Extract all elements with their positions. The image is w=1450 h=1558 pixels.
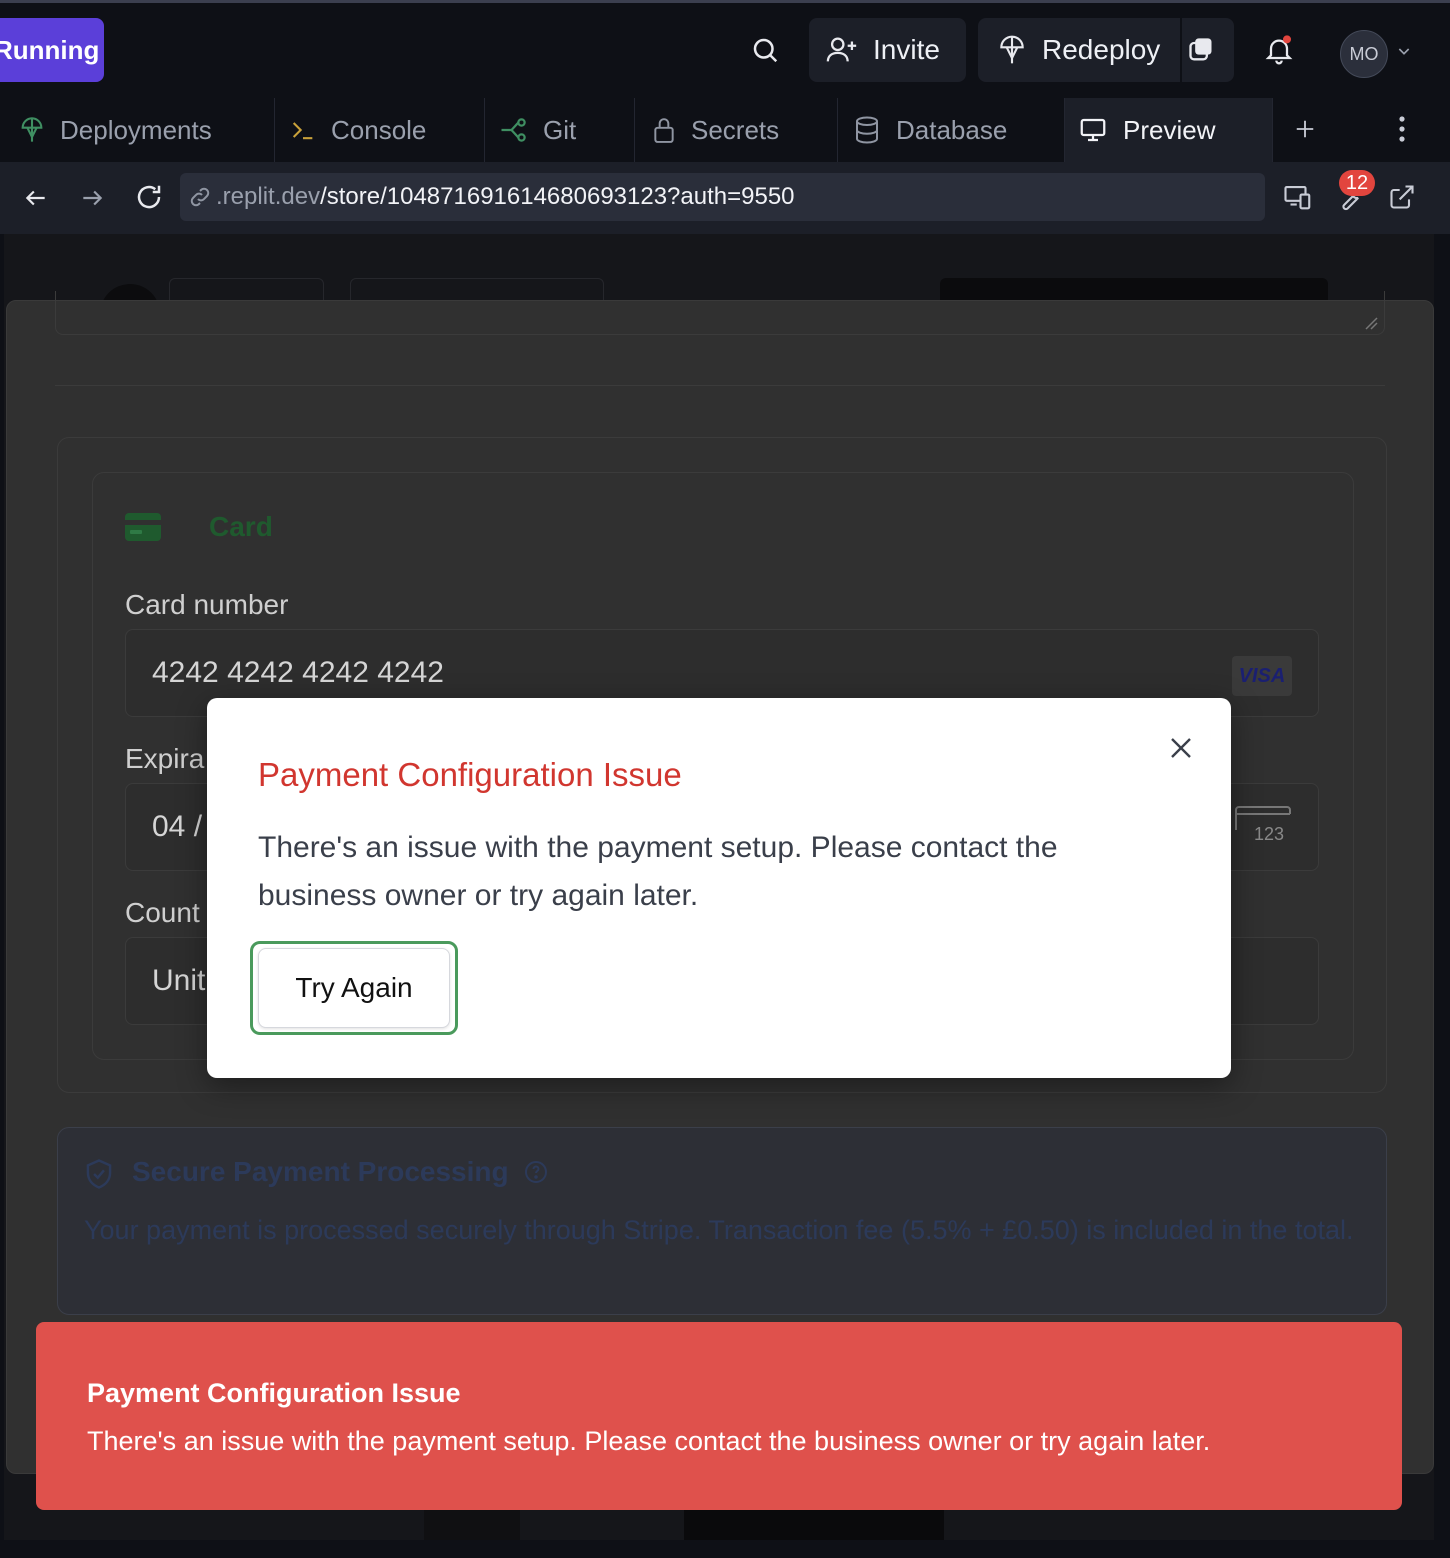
expiration-label: Expira (125, 743, 205, 774)
redeploy-button[interactable]: Redeploy (978, 18, 1180, 82)
back-arrow-icon[interactable] (20, 182, 52, 214)
pane-tabs: Deployments Console Git Secrets Database… (0, 98, 1450, 162)
secure-body: Your payment is processed securely throu… (84, 1215, 1354, 1245)
dialog-message: There's an issue with the payment setup.… (258, 831, 1058, 912)
lock-icon (654, 118, 674, 143)
cvc-hint: 123 (1254, 824, 1285, 844)
url-host: .replit.dev (216, 183, 321, 210)
deploy-icon (1000, 35, 1024, 64)
run-button[interactable]: Running (0, 18, 104, 82)
tab-deployments[interactable]: Deployments (0, 98, 275, 162)
tab-secrets[interactable]: Secrets (635, 98, 838, 162)
notes-textarea[interactable] (55, 291, 1385, 335)
link-icon (190, 187, 210, 207)
more-options-icon[interactable] (1388, 114, 1416, 144)
try-again-button[interactable]: Try Again (258, 948, 450, 1028)
country-value: Unit (152, 964, 206, 997)
divider (55, 385, 1385, 386)
toast-title: Payment Configuration Issue (87, 1378, 461, 1408)
add-user-icon (826, 37, 857, 62)
console-icon (292, 122, 313, 140)
close-icon[interactable] (1165, 732, 1197, 764)
tab-preview[interactable]: Preview (1065, 98, 1273, 162)
credit-card-icon (125, 513, 161, 541)
monitor-icon (1080, 118, 1106, 142)
help-circle-icon[interactable] (524, 1160, 548, 1184)
cvc-card-icon: 123 (1234, 806, 1292, 846)
devtools-count-badge: 12 (1339, 170, 1375, 196)
device-preview-icon[interactable] (1282, 180, 1314, 214)
dialog-title: Payment Configuration Issue (258, 756, 682, 793)
expiration-value: 04 / (152, 810, 203, 843)
search-icon[interactable] (742, 27, 788, 73)
reload-icon[interactable] (132, 180, 166, 214)
tab-label: Database (896, 114, 1008, 145)
git-icon (501, 118, 526, 142)
deployments-icon (21, 117, 43, 142)
tab-label: Deployments (60, 114, 212, 145)
card-tab-label[interactable]: Card (209, 511, 273, 543)
error-toast[interactable]: Payment Configuration Issue There's an i… (36, 1322, 1402, 1510)
deploy-options-button[interactable] (1182, 18, 1234, 82)
open-external-icon[interactable] (1385, 180, 1419, 214)
tab-label: Git (543, 114, 577, 145)
database-icon (856, 116, 878, 144)
redeploy-label: Redeploy (1042, 34, 1161, 65)
visa-logo: VISA (1232, 656, 1292, 696)
tab-database[interactable]: Database (838, 98, 1065, 162)
shield-check-icon (86, 1159, 112, 1189)
stacked-windows-icon (1189, 38, 1212, 61)
top-bar: Running Invite Redeploy MO (0, 3, 1450, 98)
replit-window: Running Invite Redeploy MO Deployments C… (0, 0, 1450, 1558)
resize-handle-icon (1365, 317, 1378, 330)
forward-arrow-icon[interactable] (76, 182, 108, 214)
error-dialog: Payment Configuration Issue There's an i… (207, 698, 1231, 1078)
url-input[interactable]: .replit.dev/store/104871691614680693123?… (180, 173, 1265, 221)
tab-label: Console (331, 114, 427, 145)
url-path: /store/104871691614680693123?auth=9550 (320, 183, 795, 210)
secure-title: Secure Payment Processing (132, 1156, 509, 1187)
tab-console[interactable]: Console (275, 98, 485, 162)
invite-button[interactable]: Invite (809, 18, 966, 82)
invite-label: Invite (873, 34, 940, 65)
country-label: Count (125, 897, 200, 928)
preview-url-bar: .replit.dev/store/104871691614680693123?… (0, 162, 1450, 234)
notifications-bell-icon[interactable] (1256, 27, 1302, 73)
card-number-value: 4242 4242 4242 4242 (152, 656, 444, 689)
toast-message: There's an issue with the payment setup.… (87, 1426, 1211, 1456)
chevron-down-icon[interactable] (1394, 41, 1414, 61)
tab-label: Secrets (691, 114, 780, 145)
tab-label: Preview (1123, 114, 1216, 145)
avatar[interactable]: MO (1340, 30, 1388, 78)
tab-git[interactable]: Git (485, 98, 635, 162)
secure-payment-notice: Secure Payment Processing Your payment i… (57, 1127, 1387, 1315)
add-tab-plus-icon[interactable] (1290, 114, 1320, 144)
card-number-label: Card number (125, 589, 289, 620)
